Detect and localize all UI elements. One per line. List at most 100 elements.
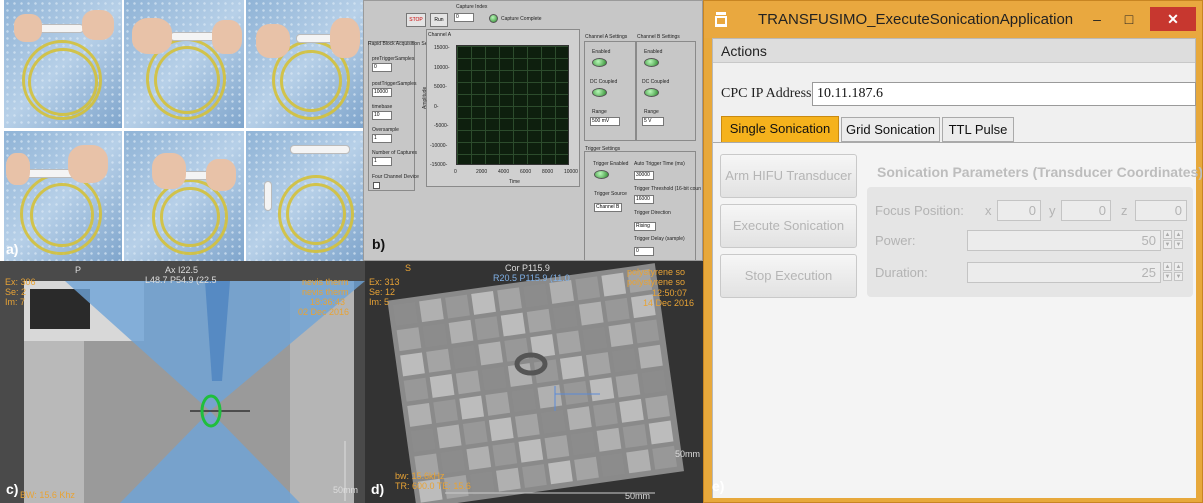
phantom-grid-cell [422,323,448,348]
ch-a-dc-led[interactable] [592,88,607,97]
stop-button[interactable]: STOP [406,13,426,27]
auto-trigger-label: Auto Trigger Time (ms) [634,161,685,167]
phantom-grid-cell [622,424,648,449]
phantom-grid-cell [549,279,575,304]
tab-ttl-pulse[interactable]: TTL Pulse [942,117,1014,142]
trigger-delay-field[interactable]: 0 [634,247,654,256]
phantom-grid-cell [436,424,462,449]
photo-coil-2 [124,0,244,128]
phantom-grid-cell [452,345,477,369]
focus-z-label: z [1121,203,1128,218]
phantom-grid-cell [522,464,547,488]
post-trigger-field[interactable]: 10000 [372,88,392,97]
capture-index-field[interactable]: 0 [454,13,474,22]
four-channel-checkbox[interactable] [373,182,380,189]
duration-spin-up-2[interactable]: ▲ [1174,262,1183,271]
trigger-settings-title: Trigger Settings [585,146,621,152]
phantom-grid-cell [497,287,522,312]
stop-execution-button[interactable]: Stop Execution [720,254,857,298]
oversample-field[interactable]: 1 [372,134,392,143]
channel-a-title: Channel A [428,32,452,38]
run-button[interactable]: Run [430,13,448,27]
x-tick-label: 2000 [476,169,488,175]
mri-d-scale-bottom: 50mm [625,491,651,501]
sonication-params-title: Sonication Parameters (Transducer Coordi… [877,164,1203,180]
phantom-grid-cell [612,348,637,373]
phantom-grid-cell [514,413,540,438]
phantom-grid-cell [526,308,552,333]
title-bar[interactable]: TRANSFUSIMO_ExecuteSonicationApplication… [704,1,1202,38]
capture-complete-led [489,14,498,23]
phantom-grid-cell [634,319,660,344]
window-body: Actions CPC IP Address 10.11.187.6 Singl… [712,38,1202,498]
four-channel-label: Four Channel Device [372,174,419,180]
y-tick-label: 5000- [434,84,447,90]
trigger-enabled-led[interactable] [594,170,609,179]
phantom-grid-cell [523,283,548,308]
num-captures-field[interactable]: 1 [372,157,392,166]
mri-c-ex: Ex: 306 [5,277,36,287]
tab-single-sonication[interactable]: Single Sonication [721,116,839,143]
close-button[interactable]: ✕ [1150,7,1196,31]
execute-sonication-button[interactable]: Execute Sonication [720,204,857,248]
ch-a-range-label: Range [592,109,607,115]
power-spin-down-2[interactable]: ▼ [1174,240,1183,249]
phantom-grid-cell [537,384,563,409]
timebase-field[interactable]: 10 [372,111,392,120]
capture-index-label: Capture Index [456,4,488,10]
pre-trigger-field[interactable]: 0 [372,63,392,72]
close-icon: ✕ [1167,11,1179,27]
x-tick-label: 10000 [564,169,578,175]
phantom-grid-cell [541,409,566,434]
duration-spin-up[interactable]: ▲ [1163,262,1172,271]
trigger-direction-select[interactable]: Rising [634,222,656,231]
phantom-grid-cell [462,420,488,445]
capture-complete-label: Capture Complete [501,16,542,22]
maximize-button[interactable]: □ [1114,7,1144,31]
ch-b-settings-title: Channel B Settings [637,34,680,40]
focus-y-label: y [1049,203,1056,218]
focus-x-input[interactable]: 0 [997,200,1041,221]
power-spin-down[interactable]: ▼ [1163,240,1172,249]
power-spin-up[interactable]: ▲ [1163,230,1172,239]
phantom-grid-cell [518,438,544,463]
focus-y-input[interactable]: 0 [1061,200,1111,221]
x-tick-label: 4000 [498,169,510,175]
photo-coil-4 [4,131,122,261]
menu-actions[interactable]: Actions [721,43,767,59]
phantom-grid-cell [478,341,503,366]
phantom-grid-cell [481,366,507,391]
duration-spin-down[interactable]: ▼ [1163,272,1172,281]
threshold-field[interactable]: 16000 [634,195,654,204]
auto-trigger-field[interactable]: 30000 [634,171,654,180]
duration-spin-down-2[interactable]: ▼ [1174,272,1183,281]
phantom-grid-cell [466,446,492,471]
ip-address-input[interactable]: 10.11.187.6 [812,82,1196,106]
mri-d-ex: Ex: 313 [369,277,400,287]
ch-b-dc-led[interactable] [644,88,659,97]
power-input[interactable]: 50 [967,230,1161,251]
phantom-grid-cell [419,298,444,323]
ch-b-range-select[interactable]: 5 V [642,117,664,126]
tab-grid-sonication[interactable]: Grid Sonication [841,117,940,142]
arm-transducer-button[interactable]: Arm HIFU Transducer [720,154,857,198]
focus-z-input[interactable]: 0 [1135,200,1187,221]
y-axis-label: Amplitude [422,86,428,109]
power-spin-up-2[interactable]: ▲ [1174,230,1183,239]
mri-c-orientation: Ax I22.5 [165,265,199,275]
phantom-grid-cell [410,428,436,453]
mri-c-site1: nevis therm [302,277,349,287]
duration-input[interactable]: 25 [967,262,1161,283]
ch-a-range-select[interactable]: 500 mV [590,117,620,126]
minimize-icon: – [1093,11,1101,27]
phantom-grid-cell [471,290,496,315]
y-tick-label: 0- [434,103,439,110]
mri-c-bw: BW: 15.6 Khz [20,490,75,500]
ch-b-enabled-led[interactable] [644,58,659,67]
sonication-params-group: Focus Position: x 0 y 0 z 0 Power: 50 ▲ … [867,187,1193,297]
photo-coil-3 [246,0,363,128]
mri-c-scale: 50mm [333,485,359,495]
trigger-source-select[interactable]: Channel B [594,203,622,212]
minimize-button[interactable]: – [1084,7,1110,31]
ch-a-enabled-led[interactable] [592,58,607,67]
